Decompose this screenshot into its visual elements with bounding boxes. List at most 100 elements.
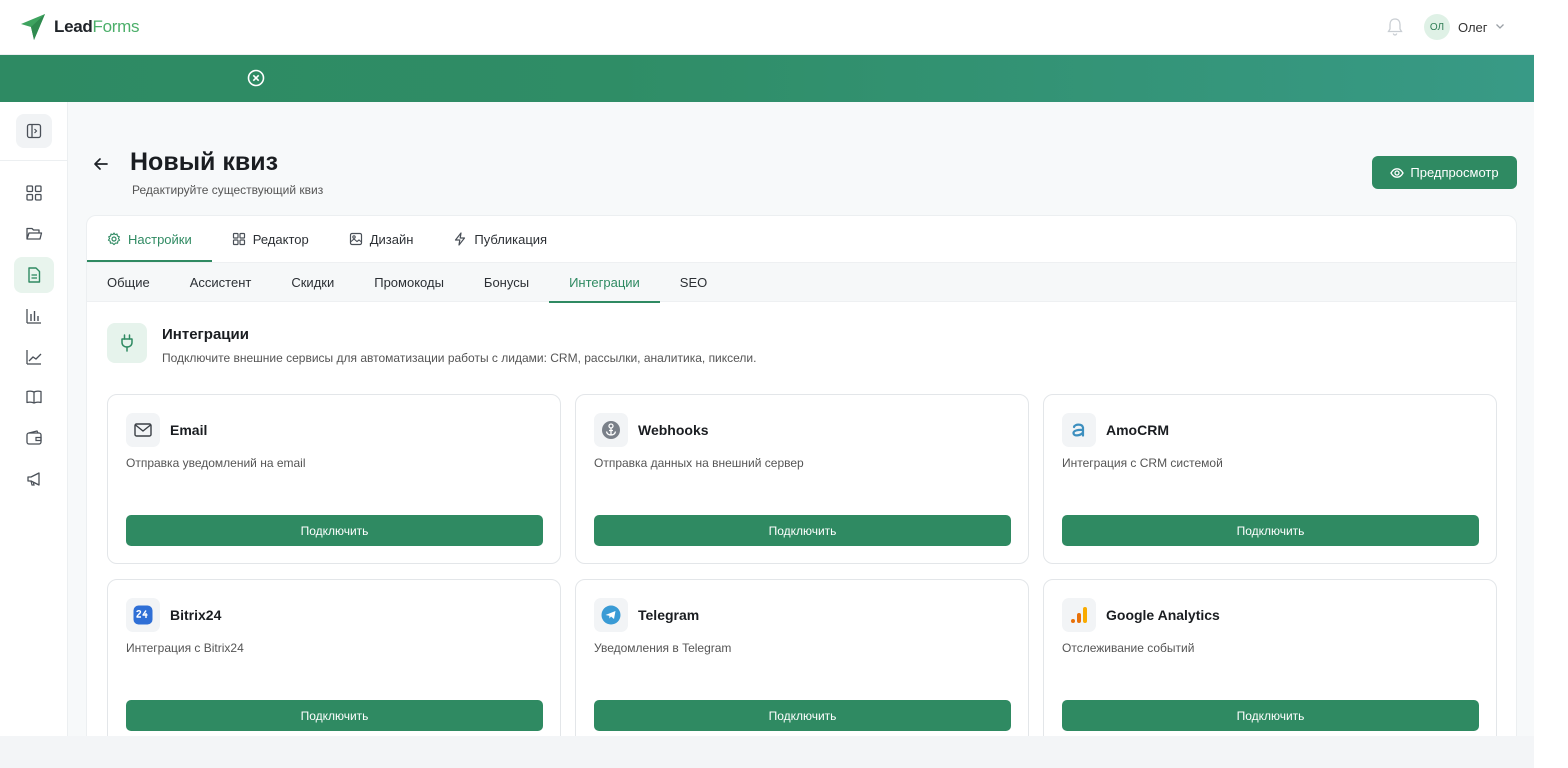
bell-icon[interactable] [1386, 17, 1404, 37]
subtab-promocodes[interactable]: Промокоды [354, 263, 464, 302]
main-tabs: Настройки Редактор Дизайн Публикация [87, 216, 1516, 262]
sidebar-item-projects[interactable] [14, 216, 54, 252]
sidebar [0, 102, 68, 736]
megaphone-icon [27, 472, 40, 486]
preview-button-label: Предпросмотр [1410, 165, 1499, 180]
sidebar-item-statistics[interactable] [14, 298, 54, 334]
subtab-bonuses[interactable]: Бонусы [464, 263, 549, 302]
preview-button[interactable]: Предпросмотр [1372, 156, 1517, 189]
connect-button[interactable]: Подключить [126, 700, 543, 731]
app-window: LeadForms ОЛ Олег Новый квиз Редактируйт… [0, 0, 1534, 736]
logo-text: LeadForms [54, 17, 139, 37]
sidebar-item-analytics[interactable] [14, 339, 54, 375]
subtab-integrations[interactable]: Интеграции [549, 263, 660, 303]
sidebar-toggle-button[interactable] [16, 114, 52, 148]
sidebar-item-dashboard[interactable] [14, 175, 54, 211]
card-description: Отслеживание событий [1062, 641, 1195, 655]
connect-button[interactable]: Подключить [1062, 700, 1479, 731]
integration-card-google-analytics: Google Analytics Отслеживание событий По… [1043, 579, 1497, 736]
avatar[interactable]: ОЛ [1424, 14, 1450, 40]
image-icon [349, 232, 362, 246]
logo-lead: Lead [54, 17, 93, 36]
connect-button[interactable]: Подключить [594, 700, 1011, 731]
sidebar-item-promotion[interactable] [14, 461, 54, 497]
sidebar-item-wallet[interactable] [14, 420, 54, 456]
card-icon-box [1062, 598, 1096, 632]
lightning-icon [455, 232, 466, 246]
card-icon-box [126, 413, 160, 447]
subtab-assistant[interactable]: Ассистент [170, 263, 272, 302]
integration-card-bitrix24: Bitrix24 Интеграция с Bitrix24 Подключит… [107, 579, 561, 736]
tab-settings[interactable]: Настройки [87, 216, 212, 262]
bar-chart-icon [26, 309, 41, 324]
subtab-seo[interactable]: SEO [660, 263, 727, 302]
integration-card-amocrm: AmoCRM Интеграция с CRM системой Подключ… [1043, 394, 1497, 564]
integration-card-telegram: Telegram Уведомления в Telegram Подключи… [575, 579, 1029, 736]
logo-forms: Forms [92, 17, 140, 36]
page-subtitle: Редактируйте существующий квиз [132, 183, 324, 197]
integration-card-webhooks: Webhooks Отправка данных на внешний серв… [575, 394, 1029, 564]
google-analytics-icon [1071, 607, 1087, 623]
top-header: LeadForms ОЛ Олег [0, 0, 1534, 55]
card-description: Отправка уведомлений на email [126, 456, 306, 470]
settings-panel: Настройки Редактор Дизайн Публикация Общ… [86, 215, 1517, 736]
card-title: Telegram [638, 607, 700, 623]
plug-icon [121, 334, 133, 352]
card-icon-box [594, 413, 628, 447]
connect-button[interactable]: Подключить [594, 515, 1011, 546]
card-icon-box [594, 598, 628, 632]
paper-plane-icon [21, 14, 45, 40]
card-title: Webhooks [638, 422, 709, 438]
gear-icon [107, 232, 121, 246]
connect-button[interactable]: Подключить [1062, 515, 1479, 546]
tab-design-label: Дизайн [369, 231, 414, 247]
card-description: Отправка данных на внешний сервер [594, 456, 804, 470]
folder-icon [26, 227, 43, 240]
bitrix24-icon [133, 605, 153, 625]
line-chart-icon [26, 350, 42, 365]
card-title: Email [170, 422, 208, 438]
card-description: Интеграция с CRM системой [1062, 456, 1223, 470]
mail-icon [134, 423, 152, 437]
webhook-icon [602, 421, 620, 439]
sidebar-item-quizzes[interactable] [14, 257, 54, 293]
card-icon-box [1062, 413, 1096, 447]
dashboard-grid-icon [26, 185, 42, 201]
card-description: Интеграция с Bitrix24 [126, 641, 244, 655]
plug-icon-box [107, 323, 147, 363]
sidebar-toggle-icon [26, 123, 42, 139]
tab-settings-label: Настройки [128, 231, 192, 247]
section-description: Подключите внешние сервисы для автоматиз… [162, 351, 757, 365]
sub-tabs: Общие Ассистент Скидки Промокоды Бонусы … [87, 262, 1516, 303]
sidebar-item-docs[interactable] [14, 379, 54, 415]
subtab-general[interactable]: Общие [87, 263, 170, 302]
close-circle-icon[interactable] [246, 68, 266, 88]
card-title: Google Analytics [1106, 607, 1220, 623]
book-open-icon [26, 390, 42, 404]
document-icon [28, 267, 41, 283]
telegram-icon [601, 605, 621, 625]
tab-editor[interactable]: Редактор [212, 216, 329, 262]
amocrm-icon [1072, 423, 1085, 437]
integrations-grid: Email Отправка уведомлений на email Подк… [107, 394, 1497, 736]
grid-icon [232, 232, 245, 246]
sidebar-divider [0, 160, 68, 161]
connect-button[interactable]: Подключить [126, 515, 543, 546]
card-description: Уведомления в Telegram [594, 641, 732, 655]
card-icon-box [126, 598, 160, 632]
subtab-discounts[interactable]: Скидки [271, 263, 354, 302]
tab-publication-label: Публикация [474, 231, 548, 247]
tab-publication[interactable]: Публикация [433, 216, 567, 262]
back-arrow-icon[interactable] [92, 155, 110, 173]
user-name[interactable]: Олег [1458, 20, 1488, 35]
chevron-down-icon[interactable] [1494, 20, 1506, 32]
tab-editor-label: Редактор [252, 231, 309, 247]
promo-banner [0, 55, 1534, 102]
logo[interactable]: LeadForms [18, 12, 139, 42]
section-title: Интеграции [162, 326, 249, 343]
wallet-icon [26, 430, 42, 445]
eye-icon [1390, 167, 1405, 178]
card-title: AmoCRM [1106, 422, 1169, 438]
window-edge [1534, 0, 1568, 768]
tab-design[interactable]: Дизайн [329, 216, 434, 262]
